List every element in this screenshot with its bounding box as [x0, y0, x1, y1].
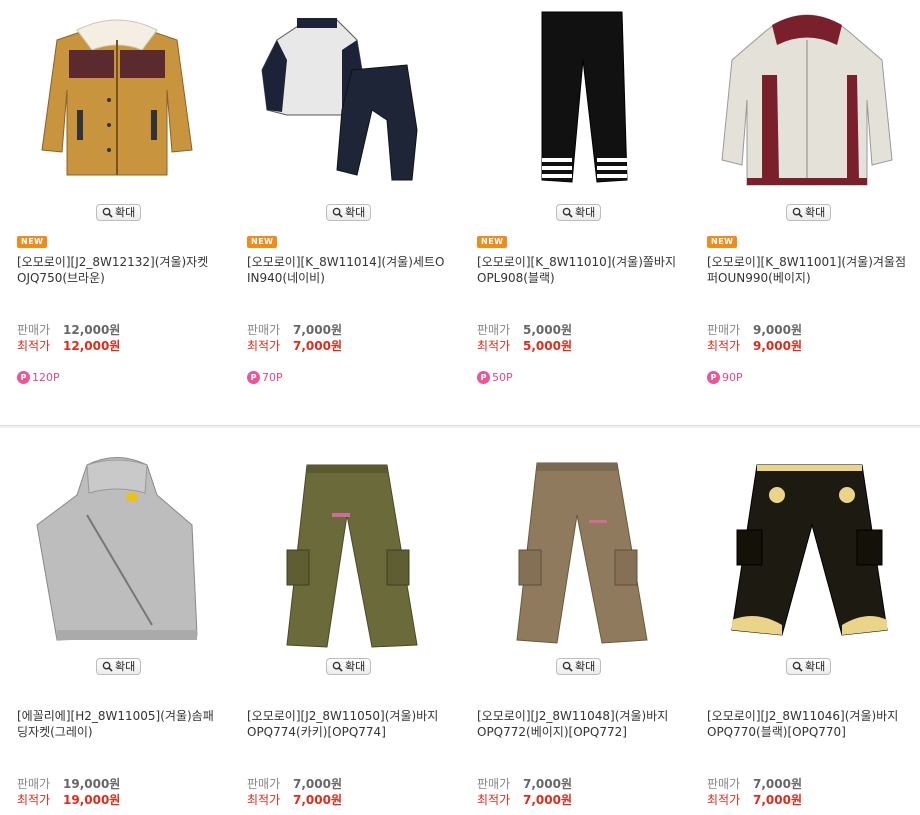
- price-block: 판매가 7,000원 최적가 7,000원: [247, 322, 342, 354]
- product-image[interactable]: [247, 455, 447, 655]
- zoom-label: 확대: [575, 660, 596, 673]
- product-image[interactable]: [17, 0, 217, 200]
- row-divider: [0, 425, 920, 428]
- zoom-button[interactable]: 확대: [786, 204, 832, 221]
- best-price-label: 최적가: [707, 793, 741, 807]
- price-label: 판매가: [477, 777, 511, 791]
- product-image[interactable]: [247, 0, 447, 200]
- point-icon: P: [247, 371, 260, 384]
- zoom-button[interactable]: 확대: [556, 204, 602, 221]
- price-value: 7,000원: [753, 777, 802, 791]
- product-name[interactable]: [에꼴리에][H2_8W11005](겨울)솜패딩자켓(그레이): [17, 708, 217, 740]
- price-block: 판매가 9,000원 최적가 9,000원: [707, 322, 802, 354]
- magnifier-icon: [792, 661, 803, 672]
- price-value: 5,000원: [523, 323, 572, 337]
- magnifier-icon: [102, 661, 113, 672]
- point-icon: P: [707, 371, 720, 384]
- best-price-value: 7,000원: [293, 793, 342, 807]
- price-block: 판매가 7,000원 최적가 7,000원: [477, 776, 572, 808]
- product-name[interactable]: [오모로이][K_8W11014](겨울)세트OIN940(네이비): [247, 254, 447, 286]
- zoom-button[interactable]: 확대: [96, 658, 142, 675]
- price-label: 판매가: [17, 777, 51, 791]
- zoom-label: 확대: [115, 206, 136, 219]
- product-image[interactable]: [477, 455, 677, 655]
- zoom-label: 확대: [345, 660, 366, 673]
- magnifier-icon: [562, 207, 573, 218]
- zoom-label: 확대: [805, 206, 826, 219]
- best-price-value: 7,000원: [293, 339, 342, 353]
- product-name[interactable]: [오모로이][J2_8W12132](겨울)자켓OJQ750(브라운): [17, 254, 217, 286]
- zoom-label: 확대: [805, 660, 826, 673]
- price-block: 판매가 7,000원 최적가 7,000원: [247, 776, 342, 808]
- product-image[interactable]: [477, 0, 677, 200]
- zoom-button[interactable]: 확대: [326, 204, 372, 221]
- price-block: 판매가 5,000원 최적가 5,000원: [477, 322, 572, 354]
- price-value: 19,000원: [63, 777, 121, 791]
- point-icon: P: [477, 371, 490, 384]
- best-price-value: 19,000원: [63, 793, 121, 807]
- product-image[interactable]: [707, 0, 907, 200]
- zoom-label: 확대: [115, 660, 136, 673]
- price-value: 7,000원: [523, 777, 572, 791]
- new-badge: NEW: [477, 236, 508, 248]
- best-price-label: 최적가: [247, 339, 281, 353]
- product-name[interactable]: [오모로이][J2_8W11048](겨울)바지OPQ772(베이지)[OPQ7…: [477, 708, 677, 740]
- price-block: 판매가 19,000원 최적가 19,000원: [17, 776, 120, 808]
- best-price-label: 최적가: [477, 793, 511, 807]
- point-info: P 70P: [247, 371, 283, 384]
- best-price-label: 최적가: [247, 793, 281, 807]
- product-image[interactable]: [17, 455, 217, 655]
- price-label: 판매가: [17, 323, 51, 337]
- best-price-value: 9,000원: [753, 339, 802, 353]
- zoom-label: 확대: [575, 206, 596, 219]
- product-name[interactable]: [오모로이][K_8W11001](겨울)겨울점퍼OUN990(베이지): [707, 254, 907, 286]
- price-value: 7,000원: [293, 777, 342, 791]
- product-name[interactable]: [오모로이][J2_8W11050](겨울)바지OPQ774(카키)[OPQ77…: [247, 708, 447, 740]
- zoom-button[interactable]: 확대: [96, 204, 142, 221]
- point-value: 90P: [722, 371, 743, 384]
- point-info: P 120P: [17, 371, 60, 384]
- point-value: 120P: [32, 371, 60, 384]
- product-name[interactable]: [오모로이][K_8W11010](겨울)쫄바지OPL908(블랙): [477, 254, 677, 286]
- new-badge: NEW: [707, 236, 738, 248]
- best-price-label: 최적가: [17, 339, 51, 353]
- magnifier-icon: [792, 207, 803, 218]
- point-info: P 90P: [707, 371, 743, 384]
- zoom-button[interactable]: 확대: [326, 658, 372, 675]
- best-price-value: 12,000원: [63, 339, 121, 353]
- best-price-label: 최적가: [17, 793, 51, 807]
- magnifier-icon: [332, 661, 343, 672]
- zoom-label: 확대: [345, 206, 366, 219]
- price-label: 판매가: [707, 777, 741, 791]
- point-value: 70P: [262, 371, 283, 384]
- magnifier-icon: [562, 661, 573, 672]
- new-badge: NEW: [17, 236, 48, 248]
- best-price-value: 7,000원: [523, 793, 572, 807]
- price-block: 판매가 7,000원 최적가 7,000원: [707, 776, 802, 808]
- price-value: 7,000원: [293, 323, 342, 337]
- new-badge: NEW: [247, 236, 278, 248]
- magnifier-icon: [332, 207, 343, 218]
- price-value: 9,000원: [753, 323, 802, 337]
- magnifier-icon: [102, 207, 113, 218]
- best-price-value: 5,000원: [523, 339, 572, 353]
- price-block: 판매가 12,000원 최적가 12,000원: [17, 322, 120, 354]
- price-label: 판매가: [247, 777, 281, 791]
- product-image[interactable]: [707, 455, 907, 655]
- product-name[interactable]: [오모로이][J2_8W11046](겨울)바지OPQ770(블랙)[OPQ77…: [707, 708, 907, 740]
- zoom-button[interactable]: 확대: [556, 658, 602, 675]
- price-label: 판매가: [707, 323, 741, 337]
- best-price-label: 최적가: [477, 339, 511, 353]
- point-icon: P: [17, 371, 30, 384]
- price-label: 판매가: [247, 323, 281, 337]
- price-value: 12,000원: [63, 323, 121, 337]
- point-info: P 50P: [477, 371, 513, 384]
- zoom-button[interactable]: 확대: [786, 658, 832, 675]
- point-value: 50P: [492, 371, 513, 384]
- best-price-value: 7,000원: [753, 793, 802, 807]
- best-price-label: 최적가: [707, 339, 741, 353]
- price-label: 판매가: [477, 323, 511, 337]
